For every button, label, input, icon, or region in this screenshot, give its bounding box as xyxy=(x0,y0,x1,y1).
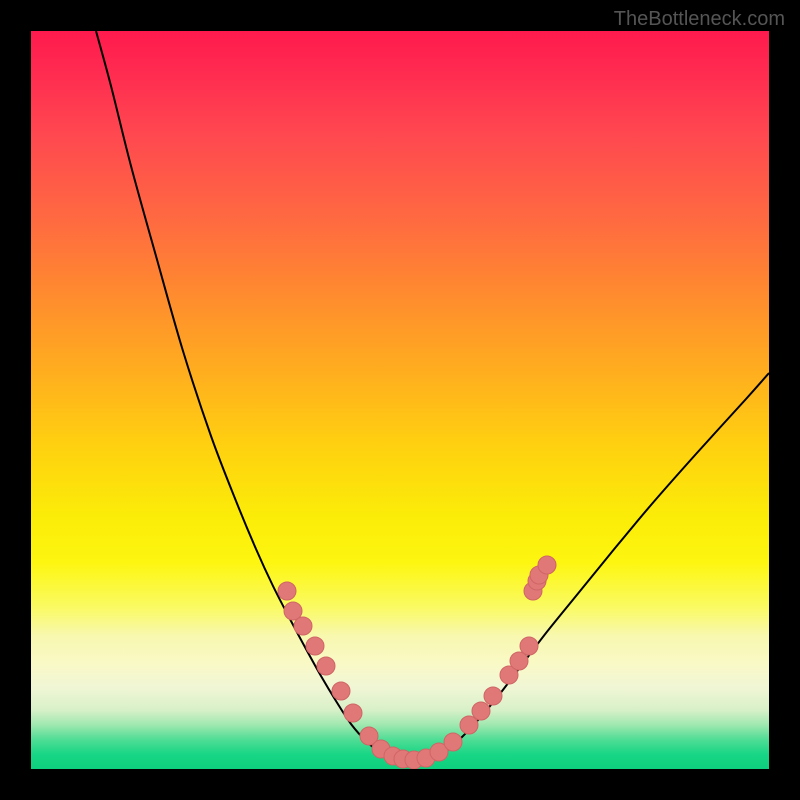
data-point xyxy=(306,637,324,655)
data-point xyxy=(444,733,462,751)
data-point xyxy=(317,657,335,675)
data-point xyxy=(332,682,350,700)
data-point xyxy=(484,687,502,705)
watermark-text: TheBottleneck.com xyxy=(614,8,785,31)
data-point xyxy=(460,716,478,734)
data-point xyxy=(278,582,296,600)
data-point xyxy=(538,556,556,574)
data-point xyxy=(472,702,490,720)
data-point xyxy=(294,617,312,635)
data-point xyxy=(344,704,362,722)
chart-container xyxy=(31,31,769,769)
bottleneck-curve xyxy=(96,31,769,762)
data-dots xyxy=(278,556,556,769)
data-point xyxy=(520,637,538,655)
chart-svg xyxy=(31,31,769,769)
